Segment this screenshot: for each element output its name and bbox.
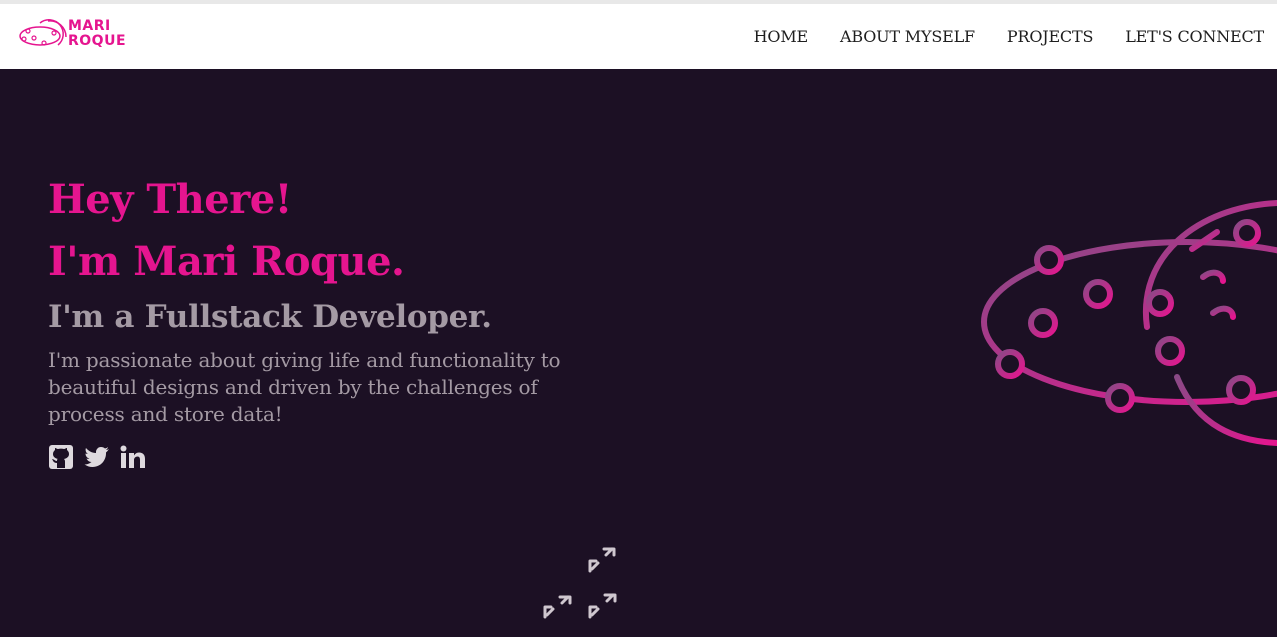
hero-content: Hey There! I'm Mari Roque. I'm a Fullsta… [48,177,608,474]
main-nav: HOME ABOUT MYSELF PROJECTS LET'S CONNECT [722,4,1265,69]
scroll-down-arrows-icon[interactable] [538,539,630,631]
twitter-link[interactable] [84,445,110,473]
logo-planet-icon [19,19,67,46]
github-link[interactable] [48,444,74,474]
twitter-icon [84,447,109,467]
hero-role: I'm a Fullstack Developer. [48,299,492,335]
site-logo[interactable]: MARI ROQUE [18,13,140,59]
logo-line-2: ROQUE [68,33,127,49]
nav-about-myself[interactable]: ABOUT MYSELF [840,27,975,46]
nav-lets-connect[interactable]: LET'S CONNECT [1125,27,1264,46]
planet-network-icon [981,200,1277,446]
hero-section: Hey There! I'm Mari Roque. I'm a Fullsta… [0,69,1277,637]
linkedin-icon [120,445,145,468]
hero-greeting: Hey There! [48,176,292,223]
nav-projects[interactable]: PROJECTS [1007,27,1094,46]
hero-blurb: I'm passionate about giving life and fun… [48,348,561,426]
site-header: MARI ROQUE HOME ABOUT MYSELF PROJECTS LE… [0,4,1277,69]
hero-name: I'm Mari Roque. [48,238,405,285]
logo-line-1: MARI [68,18,111,34]
logo-text: MARI ROQUE [68,19,126,49]
linkedin-link[interactable] [120,445,146,473]
nav-home[interactable]: HOME [754,27,809,46]
github-icon [49,445,73,469]
social-links [48,444,608,474]
